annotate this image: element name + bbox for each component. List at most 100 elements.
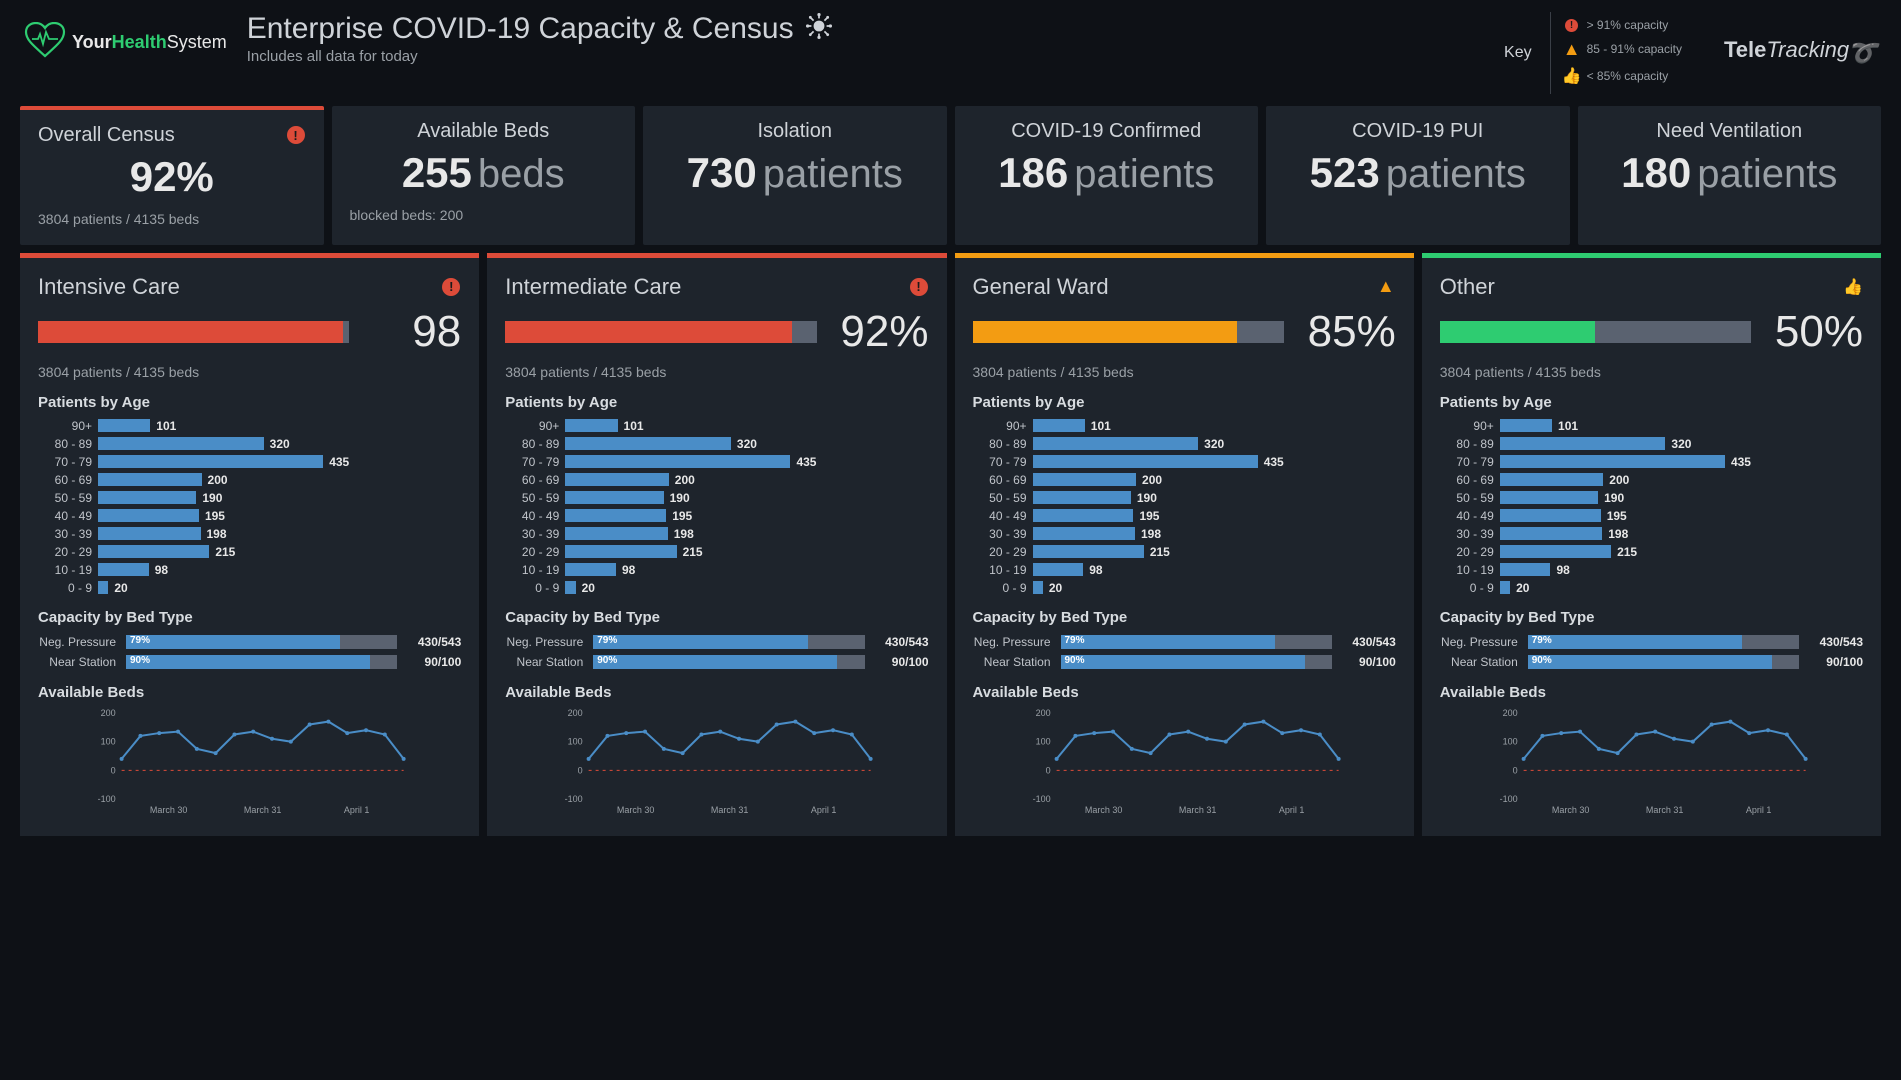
- logo-health: Health: [112, 32, 167, 52]
- tile-covid-confirmed: COVID-19 Confirmed 186patients: [955, 106, 1259, 245]
- age-value: 320: [1671, 437, 1691, 451]
- svg-text:April 1: April 1: [1278, 805, 1304, 815]
- svg-text:0: 0: [1512, 765, 1517, 775]
- age-label: 30 - 39: [973, 527, 1033, 541]
- age-value: 320: [1204, 437, 1224, 451]
- age-value: 101: [1558, 419, 1578, 433]
- age-row: 20 - 29 215: [505, 543, 928, 561]
- bedtype-label: Near Station: [38, 655, 120, 669]
- age-row: 20 - 29 215: [1440, 543, 1863, 561]
- age-row: 90+ 101: [1440, 417, 1863, 435]
- age-label: 80 - 89: [1440, 437, 1500, 451]
- tile-isolation: Isolation 730patients: [643, 106, 947, 245]
- svg-text:March 31: March 31: [1178, 805, 1216, 815]
- age-value: 198: [1608, 527, 1628, 541]
- age-row: 20 - 29 215: [38, 543, 461, 561]
- column-title: Intermediate Care: [505, 274, 681, 300]
- section-available-beds: Available Beds: [1440, 684, 1863, 701]
- bedtype-value: 90/100: [871, 655, 929, 669]
- age-row: 70 - 79 435: [973, 453, 1396, 471]
- page-subtitle: Includes all data for today: [247, 48, 1504, 65]
- age-label: 60 - 69: [38, 473, 98, 487]
- age-label: 0 - 9: [1440, 581, 1500, 595]
- svg-text:-100: -100: [565, 794, 583, 804]
- age-value: 200: [208, 473, 228, 487]
- age-label: 80 - 89: [38, 437, 98, 451]
- tile-value: 92%: [38, 153, 306, 201]
- tile-value: 180: [1621, 149, 1691, 196]
- age-row: 60 - 69 200: [38, 471, 461, 489]
- age-label: 70 - 79: [1440, 455, 1500, 469]
- age-row: 60 - 69 200: [505, 471, 928, 489]
- svg-text:April 1: April 1: [344, 805, 370, 815]
- bedtype-row: Near Station 90% 90/100: [38, 652, 461, 672]
- age-value: 435: [329, 455, 349, 469]
- legend-high: > 91% capacity: [1587, 16, 1669, 35]
- section-capacity-bedtype: Capacity by Bed Type: [973, 609, 1396, 626]
- available-beds-chart: -1000100200 March 30March 31April 1: [1440, 707, 1863, 817]
- age-label: 0 - 9: [38, 581, 98, 595]
- age-value: 198: [674, 527, 694, 541]
- tile-subtext: blocked beds: 200: [350, 207, 618, 223]
- svg-text:0: 0: [111, 765, 116, 775]
- age-label: 10 - 19: [1440, 563, 1500, 577]
- age-row: 90+ 101: [38, 417, 461, 435]
- tile-subtext: 3804 patients / 4135 beds: [38, 211, 306, 227]
- age-value: 198: [207, 527, 227, 541]
- svg-text:200: 200: [101, 708, 116, 718]
- legend-key-label: Key: [1504, 44, 1532, 62]
- age-label: 10 - 19: [973, 563, 1033, 577]
- age-label: 0 - 9: [505, 581, 565, 595]
- age-row: 30 - 39 198: [38, 525, 461, 543]
- age-row: 40 - 49 195: [38, 507, 461, 525]
- age-label: 20 - 29: [1440, 545, 1500, 559]
- age-value: 435: [1731, 455, 1751, 469]
- logo-system: System: [167, 32, 227, 52]
- age-row: 70 - 79 435: [38, 453, 461, 471]
- summary-tiles: Overall Census ! 92% 3804 patients / 413…: [20, 106, 1881, 245]
- tile-value: 523: [1310, 149, 1380, 196]
- tile-title: Isolation: [661, 120, 929, 143]
- age-label: 90+: [38, 419, 98, 433]
- tile-need-ventilation: Need Ventilation 180patients: [1578, 106, 1882, 245]
- section-capacity-bedtype: Capacity by Bed Type: [505, 609, 928, 626]
- age-row: 80 - 89 320: [38, 435, 461, 453]
- age-label: 0 - 9: [973, 581, 1033, 595]
- legend-low: < 85% capacity: [1587, 67, 1669, 86]
- age-value: 200: [1609, 473, 1629, 487]
- tile-unit: patients: [1074, 152, 1214, 196]
- age-row: 80 - 89 320: [505, 435, 928, 453]
- svg-text:100: 100: [568, 736, 583, 746]
- age-label: 90+: [1440, 419, 1500, 433]
- bedtype-row: Neg. Pressure 79% 430/543: [1440, 632, 1863, 652]
- age-row: 30 - 39 198: [973, 525, 1396, 543]
- bedtype-label: Neg. Pressure: [505, 635, 587, 649]
- capacity-bar: [973, 321, 1284, 343]
- age-value: 320: [270, 437, 290, 451]
- age-value: 200: [1142, 473, 1162, 487]
- heart-icon: [24, 22, 66, 63]
- tile-value: 186: [998, 149, 1068, 196]
- age-label: 50 - 59: [973, 491, 1033, 505]
- age-value: 20: [114, 581, 127, 595]
- age-row: 50 - 59 190: [1440, 489, 1863, 507]
- svg-text:March 30: March 30: [1084, 805, 1122, 815]
- age-label: 90+: [973, 419, 1033, 433]
- svg-text:0: 0: [578, 765, 583, 775]
- section-available-beds: Available Beds: [973, 684, 1396, 701]
- capacity-bar: [38, 321, 349, 343]
- age-value: 435: [1264, 455, 1284, 469]
- svg-text:March 30: March 30: [150, 805, 188, 815]
- tile-unit: patients: [1386, 152, 1526, 196]
- age-label: 20 - 29: [38, 545, 98, 559]
- customer-logo: YourHealthSystem: [24, 12, 227, 63]
- legend-mid: 85 - 91% capacity: [1587, 40, 1682, 59]
- age-label: 30 - 39: [505, 527, 565, 541]
- age-label: 40 - 49: [505, 509, 565, 523]
- svg-text:200: 200: [568, 708, 583, 718]
- available-beds-chart: -1000100200 March 30March 31April 1: [38, 707, 461, 817]
- column-subtext: 3804 patients / 4135 beds: [973, 364, 1396, 380]
- age-value: 320: [737, 437, 757, 451]
- section-patients-by-age: Patients by Age: [973, 394, 1396, 411]
- age-label: 70 - 79: [38, 455, 98, 469]
